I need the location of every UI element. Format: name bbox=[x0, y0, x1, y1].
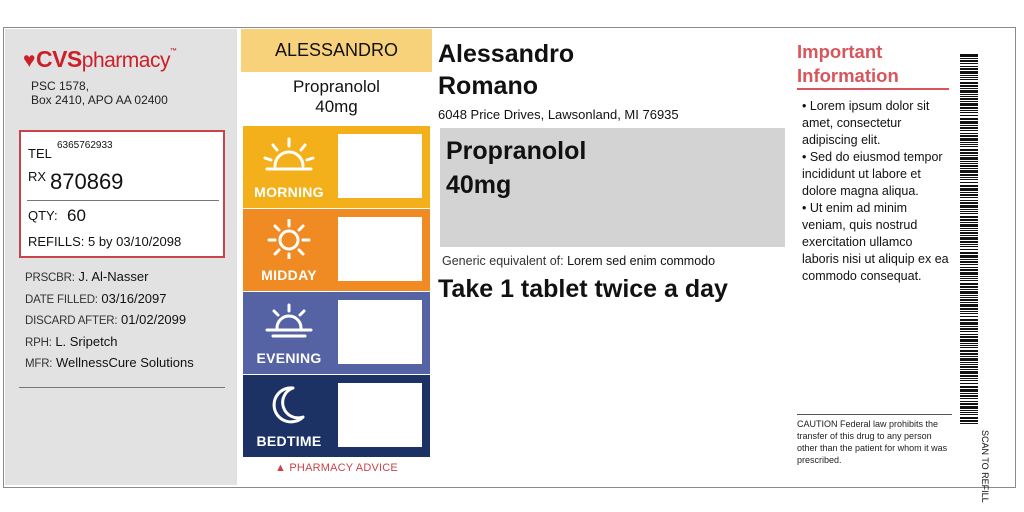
refills-value: 5 by 03/10/2098 bbox=[87, 234, 182, 249]
address-line-1: PSC 1578, bbox=[31, 79, 90, 93]
refills-label: REFILLS: bbox=[28, 234, 85, 249]
generic-equivalent: Generic equivalent of: Lorem sed enim co… bbox=[442, 254, 716, 268]
cvs-logo: ♥CVSpharmacy™ bbox=[23, 46, 177, 72]
bullet-item: • Ut enim ad minim veniam, quis nostrud … bbox=[802, 201, 949, 283]
drug-name: Propranolol 40mg bbox=[446, 137, 587, 199]
important-title: Important Information bbox=[797, 41, 899, 86]
drug-box: Propranolol 40mg bbox=[440, 128, 785, 247]
pharmacy-panel: ♥CVSpharmacy™ PSC 1578, Box 2410, APO AA… bbox=[5, 29, 237, 485]
heart-icon: ♥ bbox=[23, 49, 35, 72]
check-box[interactable] bbox=[338, 217, 422, 281]
slot-label: MORNING bbox=[254, 184, 324, 200]
refills: REFILLS: 5 by 03/10/2098 bbox=[28, 234, 181, 249]
sunrise-icon bbox=[263, 137, 315, 171]
qty-value: 60 bbox=[67, 206, 86, 225]
bullet-item: • Sed do eiusmod tempor incididunt ut la… bbox=[802, 150, 943, 198]
detail-row: PRSCBR: J. Al-Nasser bbox=[25, 269, 149, 284]
pharmacy-address: PSC 1578, Box 2410, APO AA 02400 bbox=[31, 79, 168, 107]
slot-midday: MIDDAY bbox=[243, 209, 430, 291]
detail-row: MFR: WellnessCure Solutions bbox=[25, 355, 194, 370]
pharmacy-advice: ▲ PHARMACY ADVICE bbox=[275, 462, 398, 474]
patient-first-name: ALESSANDRO bbox=[241, 29, 432, 72]
rx-label: RX bbox=[28, 169, 47, 184]
qty-label: QTY: bbox=[28, 208, 58, 223]
directions: Take 1 tablet twice a day bbox=[438, 275, 728, 303]
slot-morning: MORNING bbox=[243, 126, 430, 208]
check-box[interactable] bbox=[338, 300, 422, 364]
important-bullets: • Lorem ipsum dolor sit amet, consectetu… bbox=[802, 98, 950, 285]
sunset-icon bbox=[265, 303, 313, 338]
slot-label: BEDTIME bbox=[256, 433, 322, 449]
rx-info-box: TEL 6365762933 RX 870869 QTY: 60 REFILLS… bbox=[19, 130, 225, 258]
patient-name: Alessandro Romano bbox=[438, 40, 575, 100]
rx-number: 870869 bbox=[50, 169, 124, 194]
moon-icon bbox=[272, 386, 305, 424]
slot-evening: EVENING bbox=[243, 292, 430, 374]
prescription-label: ♥CVSpharmacy™ PSC 1578, Box 2410, APO AA… bbox=[3, 27, 1016, 503]
detail-row: DATE FILLED: 03/16/2097 bbox=[25, 290, 167, 306]
slot-label: MIDDAY bbox=[261, 267, 317, 283]
divider bbox=[19, 387, 225, 388]
caution-text: CAUTION Federal law prohibits the transf… bbox=[797, 414, 952, 466]
prescription-details: PRSCBR: J. Al-Nasser DATE FILLED: 03/16/… bbox=[25, 267, 194, 375]
scan-to-refill: SCAN TO REFILL bbox=[980, 430, 990, 503]
tel-number: 6365762933 bbox=[57, 140, 113, 151]
check-box[interactable] bbox=[338, 383, 422, 447]
divider bbox=[27, 200, 219, 201]
bullet-item: • Lorem ipsum dolor sit amet, consectetu… bbox=[802, 99, 930, 147]
address-line-2: Box 2410, APO AA 02400 bbox=[31, 93, 168, 107]
slot-bedtime: BEDTIME bbox=[243, 375, 430, 457]
slot-label: EVENING bbox=[256, 350, 322, 366]
schedule-drug: Propranolol 40mg bbox=[293, 77, 380, 116]
sun-icon bbox=[267, 219, 311, 259]
detail-row: RPH: L. Sripetch bbox=[25, 333, 118, 349]
patient-address: 6048 Price Drives, Lawsonland, MI 76935 bbox=[438, 107, 679, 122]
tel-label: TEL bbox=[28, 146, 52, 161]
detail-row: DISCARD AFTER: 01/02/2099 bbox=[25, 312, 187, 327]
check-box[interactable] bbox=[338, 134, 422, 198]
dosage-schedule: ALESSANDRO Propranolol 40mg MORNING MIDD… bbox=[241, 29, 432, 485]
divider bbox=[797, 88, 949, 90]
barcode[interactable] bbox=[960, 54, 978, 425]
